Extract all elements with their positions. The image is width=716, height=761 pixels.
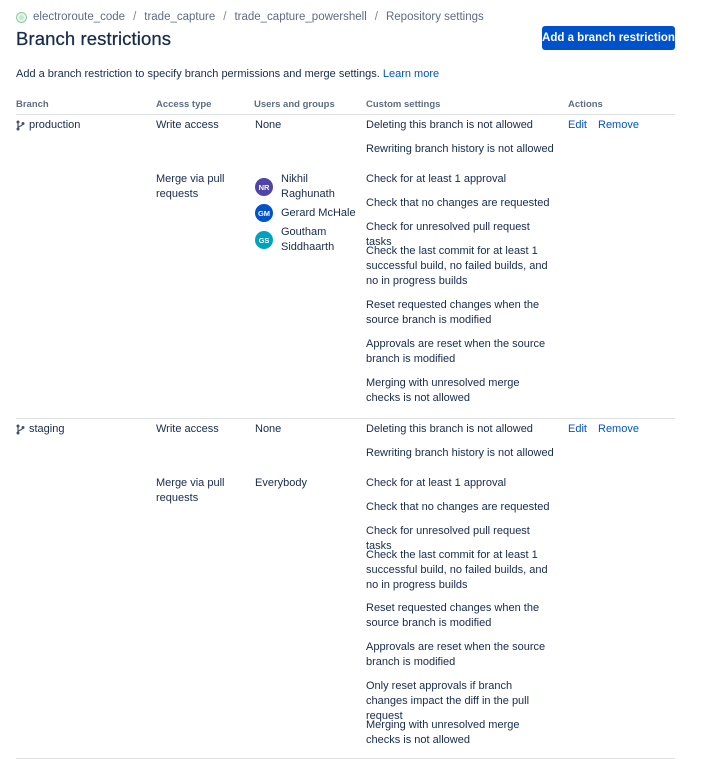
- custom-setting: Merging with unresolved merge checks is …: [366, 377, 520, 404]
- users-value: Everybody: [255, 477, 307, 489]
- custom-setting: Check for at least 1 approval: [366, 477, 507, 489]
- custom-setting: Rewriting branch history is not allowed: [366, 143, 554, 155]
- column-header-users: Users and groups: [254, 99, 335, 110]
- breadcrumb-repository[interactable]: trade_capture_powershell: [234, 11, 366, 23]
- custom-setting: Reset requested changes when the source …: [366, 602, 540, 629]
- header-divider: [16, 114, 675, 115]
- access-type: Write access: [156, 119, 219, 131]
- breadcrumb-separator: /: [374, 11, 378, 23]
- custom-setting: Approvals are reset when the source bran…: [366, 641, 546, 668]
- column-header-custom-settings: Custom settings: [366, 99, 441, 110]
- custom-setting: Approvals are reset when the source bran…: [366, 338, 546, 365]
- column-header-actions: Actions: [568, 99, 603, 110]
- intro-description: Add a branch restriction to specify bran…: [16, 68, 380, 80]
- user-entry: GS Goutham Siddhaarth: [255, 225, 361, 255]
- avatar: GM: [255, 204, 273, 222]
- column-header-access-type: Access type: [156, 99, 212, 110]
- column-header-branch: Branch: [16, 99, 49, 110]
- custom-setting: Check that no changes are requested: [366, 501, 550, 513]
- learn-more-link[interactable]: Learn more: [383, 68, 439, 80]
- repository-icon: [16, 11, 27, 23]
- access-type: Write access: [156, 423, 219, 435]
- custom-setting: Reset requested changes when the source …: [366, 299, 540, 326]
- user-entry: NR Nikhil Raghunath: [255, 172, 361, 202]
- custom-setting: Rewriting branch history is not allowed: [366, 447, 554, 459]
- branch-name: production: [16, 118, 80, 133]
- custom-setting: Check the last commit for at least 1 suc…: [366, 245, 548, 287]
- users-value: None: [255, 119, 282, 131]
- user-name: Goutham Siddhaarth: [281, 226, 335, 253]
- edit-link[interactable]: Edit: [568, 422, 587, 437]
- row-divider: [16, 418, 675, 419]
- custom-setting: Deleting this branch is not allowed: [366, 119, 533, 131]
- breadcrumb: electroroute_code / trade_capture / trad…: [16, 10, 484, 24]
- breadcrumb-project[interactable]: trade_capture: [144, 11, 215, 23]
- page-title: Branch restrictions: [16, 28, 172, 49]
- custom-setting: Check the last commit for at least 1 suc…: [366, 549, 548, 591]
- branch-icon: [16, 424, 25, 435]
- breadcrumb-settings[interactable]: Repository settings: [386, 11, 484, 23]
- custom-setting: Merging with unresolved merge checks is …: [366, 719, 520, 746]
- access-type: Merge via pull requests: [156, 173, 225, 200]
- edit-link[interactable]: Edit: [568, 118, 587, 133]
- user-name: Gerard McHale: [281, 207, 356, 219]
- users-value: None: [255, 423, 282, 435]
- breadcrumb-separator: /: [133, 11, 137, 23]
- access-type: Merge via pull requests: [156, 477, 225, 504]
- breadcrumb-separator: /: [223, 11, 227, 23]
- avatar: NR: [255, 178, 273, 196]
- branch-name: staging: [16, 422, 64, 437]
- custom-setting: Check that no changes are requested: [366, 197, 550, 209]
- intro-text: Add a branch restriction to specify bran…: [16, 68, 439, 80]
- user-entry: GM Gerard McHale: [255, 204, 361, 222]
- breadcrumb-workspace[interactable]: electroroute_code: [33, 11, 125, 23]
- remove-link[interactable]: Remove: [598, 422, 639, 437]
- row-divider: [16, 758, 675, 759]
- custom-setting: Check for at least 1 approval: [366, 173, 507, 185]
- user-name: Nikhil Raghunath: [281, 173, 335, 200]
- avatar: GS: [255, 231, 273, 249]
- remove-link[interactable]: Remove: [598, 118, 639, 133]
- custom-setting: Deleting this branch is not allowed: [366, 423, 533, 435]
- add-branch-restriction-button[interactable]: Add a branch restriction: [542, 26, 675, 50]
- branch-icon: [16, 120, 25, 131]
